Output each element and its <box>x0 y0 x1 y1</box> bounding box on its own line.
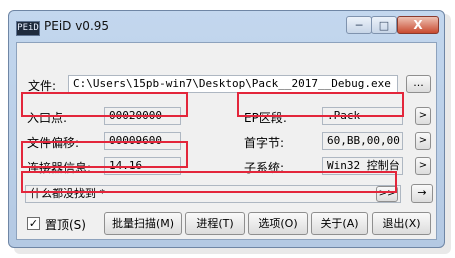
main-panel: 文件: C:\Users\15pb-win7\Desktop\Pack__201… <box>16 42 437 240</box>
subsystem-button[interactable]: > <box>415 157 431 175</box>
linker-info-label: 连接器信息: <box>27 161 92 175</box>
about-button[interactable]: 关于(A) <box>311 212 368 235</box>
batch-scan-button[interactable]: 批量扫描(M) <box>104 212 182 235</box>
first-bytes-label: 首字节: <box>244 136 285 150</box>
ep-section-button[interactable]: > <box>415 107 431 125</box>
file-offset-field[interactable]: 00009600 <box>104 132 181 150</box>
exit-button[interactable]: 退出(X) <box>372 212 431 235</box>
options-button[interactable]: 选项(O) <box>248 212 308 235</box>
entry-point-label: 入口点: <box>27 111 68 125</box>
subsystem-label: 子系统: <box>244 161 285 175</box>
process-button[interactable]: 进程(T) <box>185 212 245 235</box>
close-button[interactable]: X <box>397 16 439 34</box>
ep-section-field[interactable]: .Pack <box>322 107 403 125</box>
stay-on-top-checkbox[interactable]: ✓ <box>27 217 40 230</box>
file-label: 文件: <box>28 79 57 93</box>
browse-button[interactable]: ... <box>406 75 431 93</box>
title-bar[interactable]: PEiD PEiD v0.95 ─ □ X <box>9 11 444 41</box>
scan-action-button[interactable]: → <box>411 184 433 203</box>
file-path-field[interactable]: C:\Users\15pb-win7\Desktop\Pack__2017__D… <box>68 75 398 93</box>
window-title: PEiD v0.95 <box>44 19 110 33</box>
ep-section-label: EP区段: <box>244 111 287 125</box>
subsystem-field[interactable]: Win32 控制台 <box>322 157 403 175</box>
entry-point-field[interactable]: 00020000 <box>104 107 181 125</box>
scan-result-field[interactable]: 什么都没找到 * <box>25 185 401 203</box>
expand-result-button[interactable]: >> <box>376 186 398 202</box>
first-bytes-button[interactable]: > <box>415 132 431 150</box>
minimize-button[interactable]: ─ <box>346 16 372 34</box>
peid-window: PEiD PEiD v0.95 ─ □ X 文件: C:\Users\15pb-… <box>8 10 445 248</box>
maximize-button[interactable]: □ <box>371 16 397 34</box>
app-icon: PEiD <box>16 21 40 36</box>
first-bytes-field[interactable]: 60,BB,00,00 <box>322 132 403 150</box>
file-offset-label: 文件偏移: <box>27 136 80 150</box>
stay-on-top-label[interactable]: 置顶(S) <box>45 216 86 233</box>
linker-info-field[interactable]: 14.16 <box>104 157 181 175</box>
